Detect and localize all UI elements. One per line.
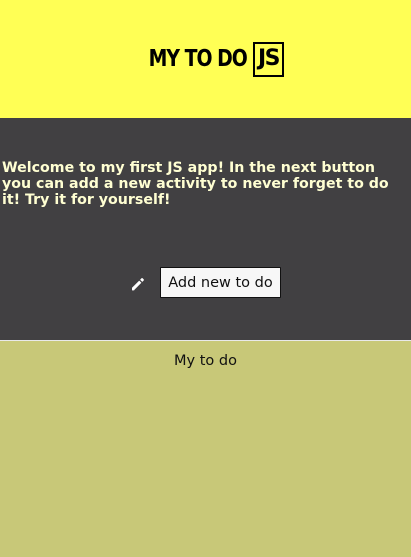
add-todo-row: Add new to do (0, 267, 411, 298)
intro-text: Welcome to my first JS app! In the next … (2, 160, 389, 208)
pencil-icon (130, 275, 146, 291)
js-badge: JS (252, 41, 284, 77)
add-new-todo-button[interactable]: Add new to do (160, 267, 281, 298)
todo-list-heading: My to do (174, 353, 237, 369)
todo-list-section: My to do (0, 341, 411, 557)
brand: MY TO DO JS (127, 41, 284, 77)
intro-section: Welcome to my first JS app! In the next … (0, 118, 411, 340)
header: MY TO DO JS (0, 0, 411, 118)
app-title: MY TO DO (148, 45, 248, 72)
